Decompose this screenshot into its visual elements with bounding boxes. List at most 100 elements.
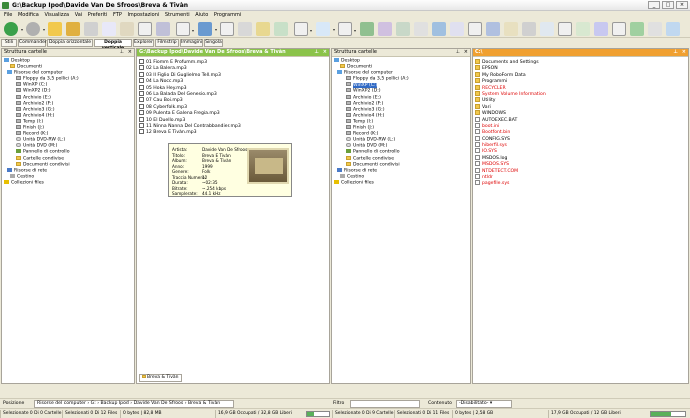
network-icon <box>7 167 12 172</box>
file-icon <box>475 154 480 160</box>
file-item[interactable]: 12 Breva E Tivàn.mp3 <box>139 129 329 135</box>
binary-icon[interactable] <box>522 22 536 36</box>
cut-icon[interactable] <box>84 22 98 36</box>
tooltip-value: Davide Van De Sfroos <box>202 147 248 152</box>
menu-aiuto[interactable]: Aiuto <box>195 11 208 20</box>
tools-icon[interactable] <box>450 22 464 36</box>
tab-doppia-verticale[interactable]: Doppia verticale <box>94 39 132 51</box>
swap-icon[interactable] <box>432 22 446 36</box>
drive-icon <box>346 125 351 130</box>
archive-icon[interactable] <box>504 22 518 36</box>
close-icon[interactable]: × <box>128 49 132 56</box>
desktop-icon <box>4 58 9 62</box>
copy-icon[interactable] <box>102 22 116 36</box>
tree-item[interactable]: Collezioni files <box>4 179 134 186</box>
pane-header: Struttura cartelle ⊥ × <box>332 49 470 57</box>
tab-immagini[interactable]: Immagini <box>180 39 203 47</box>
tab-filmstrip[interactable]: Filmstrip <box>155 39 179 47</box>
drive-icon <box>16 76 21 81</box>
tab-stili[interactable]: Stili <box>1 39 17 47</box>
settings-icon[interactable] <box>238 22 252 36</box>
check-icon[interactable] <box>630 22 644 36</box>
recycle-bin-icon <box>340 173 345 178</box>
thumbnails-icon[interactable] <box>220 22 234 36</box>
content-select[interactable]: -Disabilitato- ▾ <box>456 400 512 408</box>
tooltip-value: ~02:35 <box>202 180 218 185</box>
folder-tab[interactable]: Breva & Tivàn <box>139 374 182 382</box>
menu-impostazioni[interactable]: Impostazioni <box>127 11 159 20</box>
close-icon[interactable]: × <box>682 49 686 56</box>
menu-file[interactable]: File <box>4 11 12 20</box>
tree-item[interactable]: Collezioni files <box>334 179 470 186</box>
forward-icon[interactable]: ▾ <box>26 22 45 36</box>
tooltip-value: 44.1 kHz <box>202 191 221 196</box>
address-bar: Posizione Risorse del computer › G: › Ba… <box>0 398 690 408</box>
filter-input[interactable] <box>350 400 420 408</box>
menu-programmi[interactable]: Programmi <box>214 11 241 20</box>
location-label: Posizione <box>3 401 25 406</box>
view-icon[interactable]: ▾ <box>176 22 194 36</box>
mp3-file-icon <box>139 90 144 96</box>
folder-nav-icon[interactable] <box>66 22 80 36</box>
right-file-list-pane: C:\ ⊥ × Documents and Settings EPSON My … <box>472 48 689 384</box>
list-item[interactable]: pagefile.sys <box>475 180 688 186</box>
sort-icon[interactable]: ▾ <box>338 22 356 36</box>
drive-icon <box>346 131 351 136</box>
note-icon[interactable] <box>558 22 572 36</box>
sync-icon[interactable] <box>396 22 410 36</box>
file-icon <box>475 142 480 148</box>
back-icon[interactable]: ▾ <box>4 22 23 36</box>
location-field[interactable]: Risorse del computer › G: › Backup Ipod … <box>34 400 234 408</box>
menu-vai[interactable]: Vai <box>75 11 83 20</box>
ftp-icon[interactable] <box>576 22 590 36</box>
close-icon[interactable]: × <box>323 49 327 56</box>
calendar-icon[interactable] <box>612 22 626 36</box>
pin-icon[interactable]: ⊥ <box>314 49 319 56</box>
pin-icon[interactable]: ⊥ <box>673 49 678 56</box>
favorites-icon[interactable] <box>256 22 270 36</box>
window-icon[interactable] <box>666 22 680 36</box>
delete-icon[interactable] <box>138 22 152 36</box>
layout-icon[interactable]: ▾ <box>294 22 312 36</box>
left-folder-tree-pane: Struttura cartelle ⊥ × Desktop Documenti… <box>1 48 135 384</box>
up-folder-icon[interactable] <box>48 22 62 36</box>
close-button[interactable]: × <box>676 1 688 9</box>
view-mode-icon[interactable]: ▾ <box>198 22 217 36</box>
shell-icon[interactable] <box>594 22 608 36</box>
filter-icon[interactable] <box>378 22 392 36</box>
folder-icon <box>16 155 21 160</box>
monitor-icon[interactable] <box>486 22 500 36</box>
pin-icon[interactable]: ⊥ <box>456 49 460 56</box>
menu-strumenti[interactable]: Strumenti <box>165 11 190 20</box>
folder-icon <box>346 161 351 166</box>
list-icon[interactable] <box>648 22 662 36</box>
mp3-file-icon <box>139 129 144 135</box>
tab-commander[interactable]: Commander <box>18 39 47 47</box>
file-icon <box>475 167 480 173</box>
search-icon[interactable] <box>274 22 288 36</box>
tab-singola[interactable]: Singola <box>204 39 223 47</box>
menu-preferiti[interactable]: Preferiti <box>88 11 108 20</box>
tab-explorer[interactable]: Explorer <box>133 39 154 47</box>
drive-icon <box>16 118 21 123</box>
menu-ftp[interactable]: FTP <box>113 11 122 20</box>
tab-doppia-orizzontale[interactable]: Doppia orizzontale <box>47 39 93 47</box>
compare-icon[interactable] <box>414 22 428 36</box>
pane-icon[interactable]: ▾ <box>316 22 335 36</box>
folder-icon <box>340 64 345 69</box>
menu-visualizza[interactable]: Visualizza <box>44 11 69 20</box>
maximize-button[interactable]: □ <box>662 1 674 9</box>
file-icon <box>475 180 480 186</box>
refresh-icon[interactable] <box>360 22 374 36</box>
paste-icon[interactable] <box>120 22 134 36</box>
pin-icon[interactable]: ⊥ <box>120 49 124 56</box>
edit-icon[interactable] <box>540 22 554 36</box>
preview-icon[interactable] <box>468 22 482 36</box>
folder-icon <box>10 64 15 69</box>
properties-icon[interactable] <box>156 22 170 36</box>
menu-modifica[interactable]: Modifica <box>18 11 39 20</box>
drive-icon <box>16 88 21 93</box>
minimize-button[interactable]: _ <box>648 1 660 9</box>
drive-icon <box>346 76 351 81</box>
close-icon[interactable]: × <box>464 49 468 56</box>
